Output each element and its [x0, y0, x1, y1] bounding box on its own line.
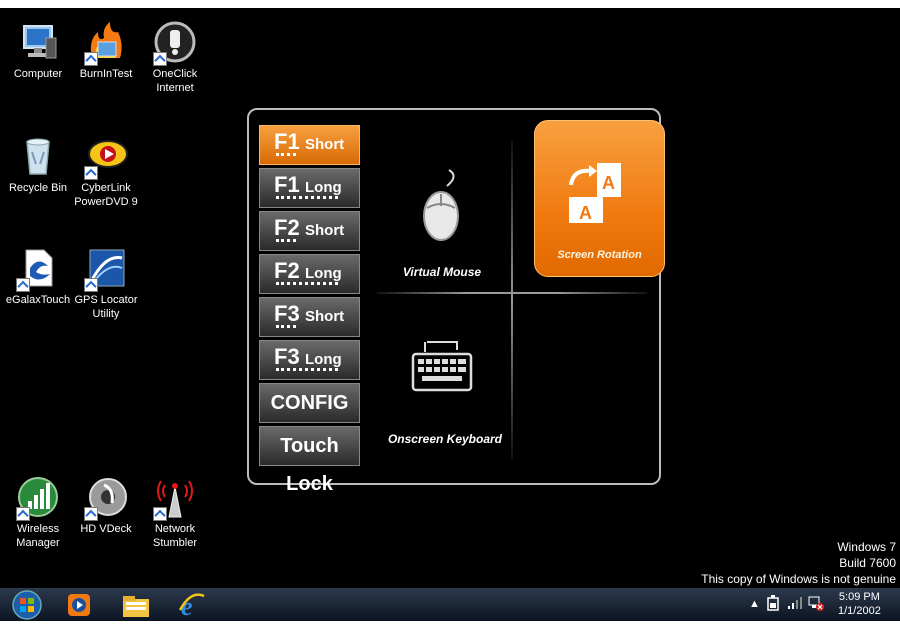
button-mode-label: Short	[305, 222, 345, 239]
desktop-icon-label: eGalaxTouch	[5, 294, 71, 306]
desktop-icon-burnintest[interactable]: BurnInTest	[72, 20, 140, 81]
f3-short-button[interactable]: F3 Short	[259, 297, 360, 337]
svg-text:A: A	[579, 203, 592, 223]
desktop-icon-label: GPS Locator Utility	[74, 294, 138, 320]
egalaxtouch-icon	[16, 246, 60, 292]
signal-icon[interactable]	[788, 597, 802, 612]
computer-icon	[16, 20, 60, 64]
taskbar-internet-explorer[interactable]: e	[176, 590, 206, 621]
desktop: Computer BurnInTest OneClick Internet Re…	[0, 8, 900, 588]
divider-horizontal	[377, 292, 647, 294]
config-button[interactable]: CONFIG	[259, 383, 360, 423]
button-dots	[276, 196, 338, 202]
media-player-icon	[68, 594, 90, 616]
watermark-line-1: Windows 7	[837, 540, 896, 554]
show-hidden-icons-icon[interactable]: ▲	[749, 598, 760, 610]
desktop-icon-label: Wireless Manager	[16, 523, 60, 549]
f2-short-button[interactable]: F2 Short	[259, 211, 360, 251]
desktop-icon-label: BurnInTest	[79, 68, 133, 80]
burnintest-icon	[84, 20, 128, 66]
desktop-icon-computer[interactable]: Computer	[4, 20, 72, 81]
f3-long-button[interactable]: F3 Long	[259, 340, 360, 380]
divider-vertical	[511, 140, 513, 460]
watermark-line-3: This copy of Windows is not genuine	[701, 572, 896, 586]
screen-rotation-label: Screen Rotation	[557, 249, 642, 261]
screen-rotation-icon: A A	[569, 163, 621, 223]
onscreen-keyboard-label: Onscreen Keyboard	[387, 432, 503, 446]
f1-short-button[interactable]: F1 Short	[259, 125, 360, 165]
taskbar-explorer[interactable]	[120, 590, 152, 620]
powerdvd-icon	[84, 134, 128, 180]
button-key-label: F1	[274, 172, 300, 197]
desktop-icon-label: Network Stumbler	[152, 523, 198, 549]
desktop-icon-recycle-bin[interactable]: Recycle Bin	[4, 134, 72, 195]
watermark-line-2: Build 7600	[839, 556, 896, 570]
network-disconnected-icon[interactable]	[808, 595, 824, 614]
onscreen-keyboard-button[interactable]: Onscreen Keyboard	[377, 330, 507, 450]
desktop-icon-hd-vdeck[interactable]: HD VDeck	[72, 475, 140, 536]
shortcut-arrow-icon	[84, 507, 98, 521]
shortcut-arrow-icon	[16, 507, 30, 521]
shortcut-arrow-icon	[16, 278, 30, 292]
start-orb-icon	[12, 590, 42, 620]
button-mode-label: Short	[305, 136, 345, 153]
virtual-mouse-label: Virtual Mouse	[402, 265, 482, 279]
explorer-icon	[123, 596, 149, 617]
button-key-label: F3	[274, 344, 300, 369]
button-key-label: F1	[274, 129, 300, 154]
desktop-icon-label: OneClick Internet	[152, 68, 198, 94]
f2-long-button[interactable]: F2 Long	[259, 254, 360, 294]
hd-vdeck-icon	[84, 475, 128, 521]
desktop-icon-label: CyberLink PowerDVD 9	[74, 182, 138, 208]
clock[interactable]: 5:09 PM 1/1/2002	[838, 590, 881, 618]
desktop-icon-network-stumbler[interactable]: Network Stumbler	[141, 475, 209, 550]
desktop-icon-wireless-manager[interactable]: Wireless Manager	[4, 475, 72, 550]
desktop-icon-label: Computer	[13, 68, 63, 80]
button-mode-label: Long	[305, 265, 342, 282]
network-stumbler-icon	[153, 475, 197, 521]
power-icon[interactable]	[766, 595, 780, 614]
shortcut-arrow-icon	[84, 166, 98, 180]
wireless-manager-icon	[16, 475, 60, 521]
button-dots	[276, 239, 296, 245]
button-key-label: F3	[274, 301, 300, 326]
gps-locator-icon	[84, 246, 128, 292]
taskbar: e ▲ 5:09 PM 1/1/2002	[0, 588, 900, 621]
mouse-icon	[423, 169, 459, 241]
shortcut-arrow-icon	[153, 52, 167, 66]
virtual-mouse-button[interactable]: Virtual Mouse	[377, 150, 507, 286]
desktop-icon-powerdvd[interactable]: CyberLink PowerDVD 9	[72, 134, 140, 209]
svg-text:A: A	[602, 173, 615, 193]
recycle-bin-icon	[16, 134, 60, 178]
start-button[interactable]	[10, 590, 44, 620]
desktop-icon-egalaxtouch[interactable]: eGalaxTouch	[4, 246, 72, 307]
button-dots	[276, 282, 338, 288]
clock-date: 1/1/2002	[838, 605, 881, 617]
clock-time: 5:09 PM	[838, 591, 880, 603]
button-dots	[276, 153, 296, 159]
f1-long-button[interactable]: F1 Long	[259, 168, 360, 208]
screen-rotation-button[interactable]: A A Screen Rotation	[534, 120, 665, 277]
keyboard-icon	[411, 341, 473, 392]
hotkey-panel: F1 Short F1 Long F2 Short F2 Long F3 Sho…	[247, 108, 665, 495]
taskbar-media-player[interactable]	[64, 590, 94, 620]
button-dots	[276, 368, 338, 374]
desktop-icon-oneclick-internet[interactable]: OneClick Internet	[141, 20, 209, 95]
touch-lock-button[interactable]: Touch Lock	[259, 426, 360, 495]
desktop-icon-label: HD VDeck	[80, 523, 132, 535]
button-mode-label: Long	[305, 351, 342, 368]
desktop-icon-label: Recycle Bin	[8, 182, 68, 194]
button-mode-label: Long	[305, 179, 342, 196]
windows-watermark: Windows 7 Build 7600 This copy of Window…	[701, 539, 896, 587]
desktop-icon-gps-locator[interactable]: GPS Locator Utility	[72, 246, 140, 321]
internet-explorer-icon: e	[178, 592, 205, 621]
button-dots	[276, 325, 296, 331]
button-key-label: F2	[274, 258, 300, 283]
button-mode-label: Short	[305, 308, 345, 325]
shortcut-arrow-icon	[153, 507, 167, 521]
shortcut-arrow-icon	[84, 52, 98, 66]
button-key-label: F2	[274, 215, 300, 240]
oneclick-icon	[153, 20, 197, 66]
shortcut-arrow-icon	[84, 278, 98, 292]
